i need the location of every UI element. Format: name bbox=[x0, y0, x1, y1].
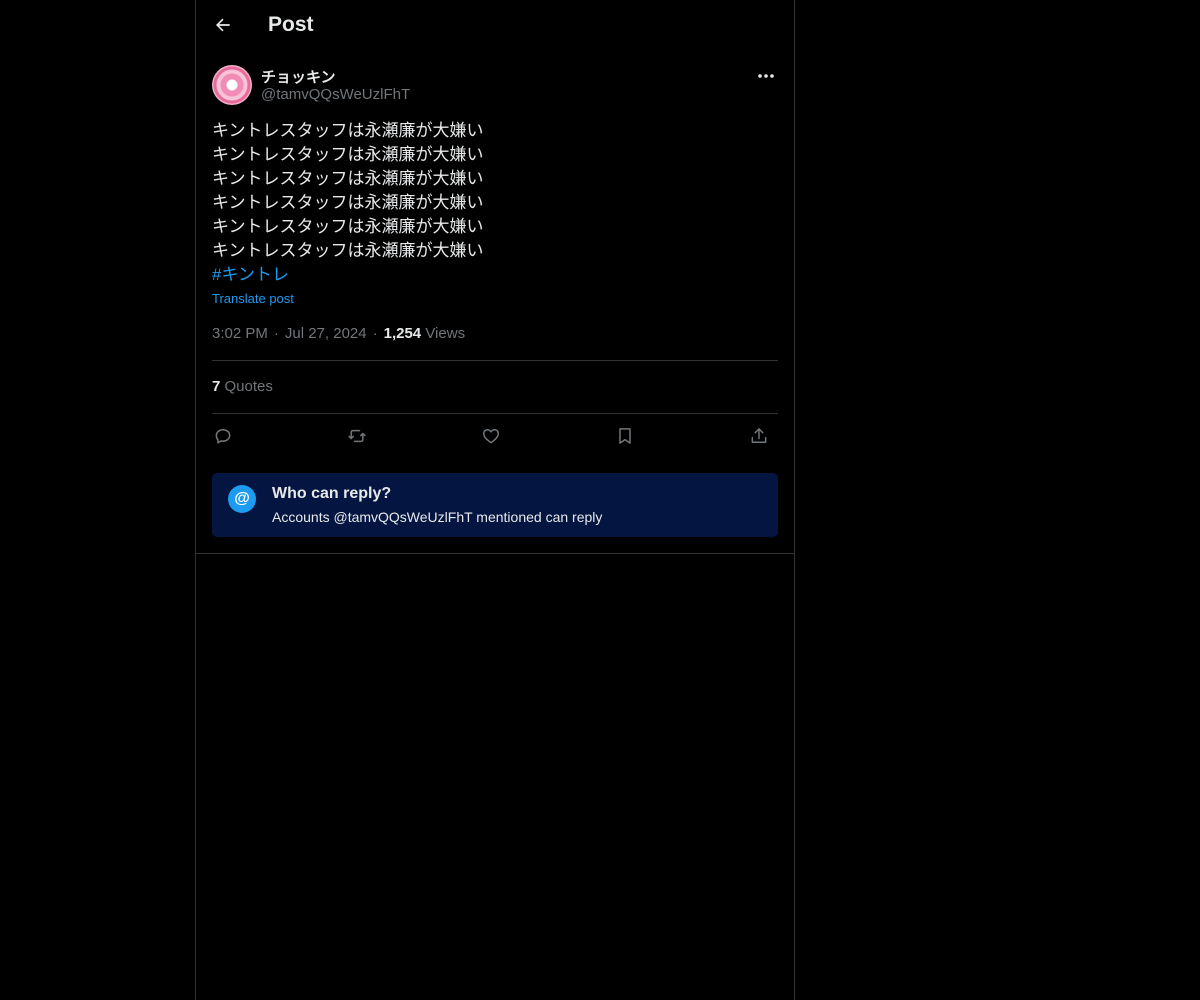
share-button[interactable] bbox=[744, 424, 774, 452]
bookmark-button[interactable] bbox=[610, 424, 640, 452]
back-button[interactable] bbox=[210, 14, 236, 40]
divider bbox=[212, 360, 778, 361]
more-dots-icon bbox=[757, 66, 775, 84]
page-title: Post bbox=[268, 13, 314, 36]
post-text-line: キントレスタッフは永瀬廉が大嫌い bbox=[212, 169, 484, 188]
views-label: Views bbox=[425, 325, 466, 342]
reply-restriction-subtitle: Accounts @tamvQQsWeUzlFhT mentioned can … bbox=[272, 509, 603, 525]
arrow-left-icon bbox=[213, 15, 233, 40]
at-icon: @ bbox=[228, 485, 256, 513]
post-meta: 3:02 PM · Jul 27, 2024 · 1,254 Views bbox=[212, 325, 465, 342]
divider bbox=[196, 553, 794, 554]
reply-restriction-notice: @ Who can reply? Accounts @tamvQQsWeUzlF… bbox=[212, 473, 778, 537]
reply-restriction-title: Who can reply? bbox=[272, 485, 392, 502]
reply-button[interactable] bbox=[208, 424, 238, 452]
author-display-name[interactable]: チョッキン bbox=[261, 66, 336, 87]
hashtag-link[interactable]: #キントレ bbox=[212, 263, 778, 287]
post-text-line: キントレスタッフは永瀬廉が大嫌い bbox=[212, 217, 484, 236]
reply-icon bbox=[213, 426, 233, 451]
post-text-line: キントレスタッフは永瀬廉が大嫌い bbox=[212, 241, 484, 260]
meta-separator: · bbox=[273, 325, 279, 342]
meta-separator: · bbox=[372, 325, 378, 342]
share-icon bbox=[749, 426, 769, 451]
views-count: 1,254 bbox=[383, 325, 422, 342]
post-date[interactable]: Jul 27, 2024 bbox=[285, 325, 367, 342]
quotes-label: Quotes bbox=[224, 378, 273, 395]
post-author: チョッキン @tamvQQsWeUzlFhT bbox=[212, 65, 778, 107]
post-text-line: キントレスタッフは永瀬廉が大嫌い bbox=[212, 193, 484, 212]
bookmark-icon bbox=[615, 426, 635, 451]
post-text-line: キントレスタッフは永瀬廉が大嫌い bbox=[212, 145, 484, 164]
repost-button[interactable] bbox=[342, 424, 372, 452]
translate-post-link[interactable]: Translate post bbox=[212, 291, 294, 306]
author-handle[interactable]: @tamvQQsWeUzlFhT bbox=[261, 86, 410, 103]
avatar[interactable] bbox=[212, 65, 252, 105]
post-column: Post チョッキン @tamvQQsWeUzlFhT キントレスタッフは永瀬廉… bbox=[195, 0, 795, 1000]
repost-icon bbox=[346, 426, 368, 451]
post-text-line: キントレスタッフは永瀬廉が大嫌い bbox=[212, 121, 484, 140]
quotes-link[interactable]: 7 Quotes bbox=[212, 378, 273, 395]
like-icon bbox=[481, 426, 501, 451]
more-options-button[interactable] bbox=[754, 65, 778, 85]
like-button[interactable] bbox=[476, 424, 506, 452]
post-time[interactable]: 3:02 PM bbox=[212, 325, 268, 342]
post-actions bbox=[212, 424, 778, 452]
divider bbox=[212, 413, 778, 414]
post-text: キントレスタッフは永瀬廉が大嫌い キントレスタッフは永瀬廉が大嫌い キントレスタ… bbox=[212, 119, 778, 287]
quotes-count: 7 bbox=[212, 378, 221, 395]
post-header: Post bbox=[196, 0, 794, 53]
